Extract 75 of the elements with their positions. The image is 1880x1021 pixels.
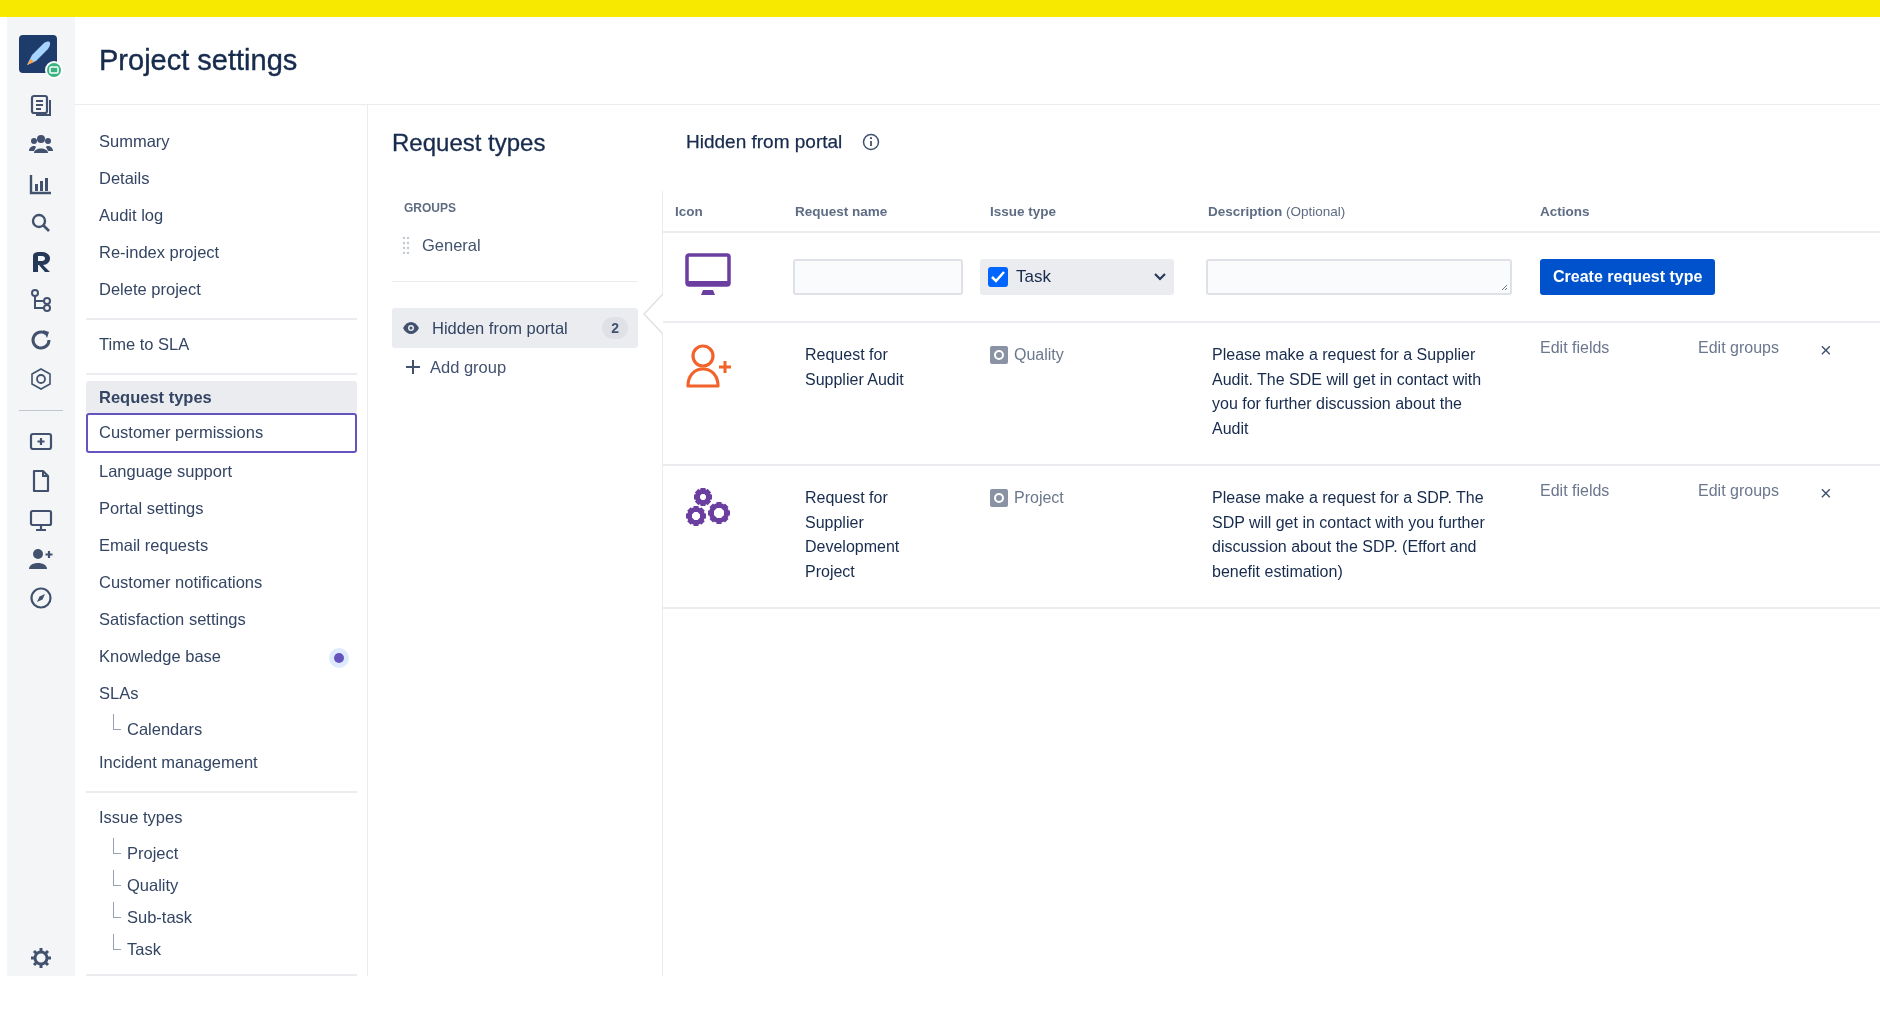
- groups-heading: GROUPS: [404, 201, 457, 215]
- description-text: Please make a request for a SDP. The SDP will get in contact with you further discussion about the SDP. (Effort and benefit estimation): [1211, 488, 1486, 582]
- section-title: Request types: [392, 129, 547, 157]
- pages-icon[interactable]: [29, 94, 53, 118]
- refresh-icon[interactable]: [29, 328, 53, 352]
- monitor-icon: [685, 253, 731, 297]
- column-header: Issue type: [989, 203, 1058, 219]
- request-name: Request for Supplier Audit: [804, 345, 905, 390]
- info-icon[interactable]: [862, 133, 881, 151]
- gears-icon: [685, 486, 733, 528]
- nav-item[interactable]: Quality: [107, 868, 357, 900]
- group-item[interactable]: Hidden from portal 2: [392, 308, 638, 348]
- nav-item[interactable]: Request types: [86, 381, 357, 413]
- nav-item[interactable]: Time to SLA: [86, 326, 357, 363]
- nav-item[interactable]: Summary: [86, 123, 357, 160]
- nav-item[interactable]: Delete project: [86, 271, 357, 308]
- column-header: Request name: [794, 203, 889, 219]
- nav-item[interactable]: Re-index project: [86, 234, 357, 271]
- nav-item[interactable]: Customer permissions: [86, 413, 357, 453]
- nav-item[interactable]: SLAs: [86, 675, 357, 712]
- add-group-button[interactable]: Add group: [392, 348, 521, 386]
- table-title: Hidden from portal: [686, 131, 843, 153]
- group-item[interactable]: General: [392, 225, 638, 265]
- checkbox[interactable]: [988, 267, 1008, 287]
- add-user-icon[interactable]: [29, 547, 53, 571]
- hierarchy-icon[interactable]: [29, 289, 53, 313]
- action-link[interactable]: Edit groups: [1686, 482, 1820, 500]
- issue-type-select[interactable]: Task: [980, 259, 1174, 295]
- nav-item[interactable]: Issue types: [86, 799, 357, 836]
- drag-handle-icon[interactable]: [402, 236, 410, 254]
- delete-button[interactable]: ×: [1820, 339, 1832, 362]
- description-field[interactable]: [1206, 259, 1512, 295]
- nav-item[interactable]: Customer notifications: [86, 564, 357, 601]
- action-link[interactable]: Edit groups: [1686, 339, 1820, 357]
- page-title: Project settings: [99, 44, 298, 77]
- project-avatar-icon[interactable]: [19, 35, 63, 79]
- resize-grip-icon: [1502, 285, 1508, 291]
- chart-icon[interactable]: [29, 172, 53, 196]
- nav-item[interactable]: Calendars: [107, 712, 357, 744]
- action-link[interactable]: Edit fields: [1528, 482, 1686, 500]
- issue-type: Project: [978, 486, 1196, 510]
- nav-item[interactable]: Email requests: [86, 527, 357, 564]
- action-link[interactable]: Edit fields: [1528, 339, 1686, 357]
- settings-icon[interactable]: [29, 946, 53, 970]
- issue-type-icon: [990, 346, 1008, 364]
- chevron-down-icon: [1154, 273, 1166, 281]
- column-header: Actions: [1539, 203, 1591, 219]
- nav-item[interactable]: Task: [107, 932, 357, 964]
- column-header: Icon: [674, 203, 704, 219]
- nav-item[interactable]: Project: [107, 836, 357, 868]
- add-person-icon: [685, 343, 733, 389]
- nav-item[interactable]: Satisfaction settings: [86, 601, 357, 638]
- plus-icon: [406, 360, 420, 374]
- nav-item[interactable]: Knowledge base: [86, 638, 357, 675]
- nav-item[interactable]: Portal settings: [86, 490, 357, 527]
- nav-item[interactable]: Sub-task: [107, 900, 357, 932]
- column-header: Description (Optional): [1207, 203, 1347, 219]
- delete-button[interactable]: ×: [1820, 482, 1832, 505]
- request-name-field[interactable]: [793, 259, 963, 295]
- check-icon: [991, 271, 1005, 283]
- issue-type-icon: [990, 489, 1008, 507]
- nav-item[interactable]: Details: [86, 160, 357, 197]
- nav-item[interactable]: Language support: [86, 453, 357, 490]
- compass-icon[interactable]: [29, 586, 53, 610]
- issue-type: Quality: [978, 343, 1196, 367]
- monitor-icon[interactable]: [29, 508, 53, 532]
- request-name: Request for Supplier Development Project: [804, 488, 901, 582]
- toggle-dot[interactable]: [329, 648, 349, 668]
- eye-icon: [402, 321, 420, 335]
- description-text: Please make a request for a Supplier Audit. The SDE will get in contact with you for further discussion about the Audit: [1211, 345, 1483, 439]
- count-badge: 2: [602, 317, 628, 339]
- hexagon-icon[interactable]: [29, 367, 53, 391]
- nav-item[interactable]: Audit log: [86, 197, 357, 234]
- create-request-type-button[interactable]: Create request type: [1540, 259, 1716, 295]
- nav-item[interactable]: Incident management: [86, 744, 357, 781]
